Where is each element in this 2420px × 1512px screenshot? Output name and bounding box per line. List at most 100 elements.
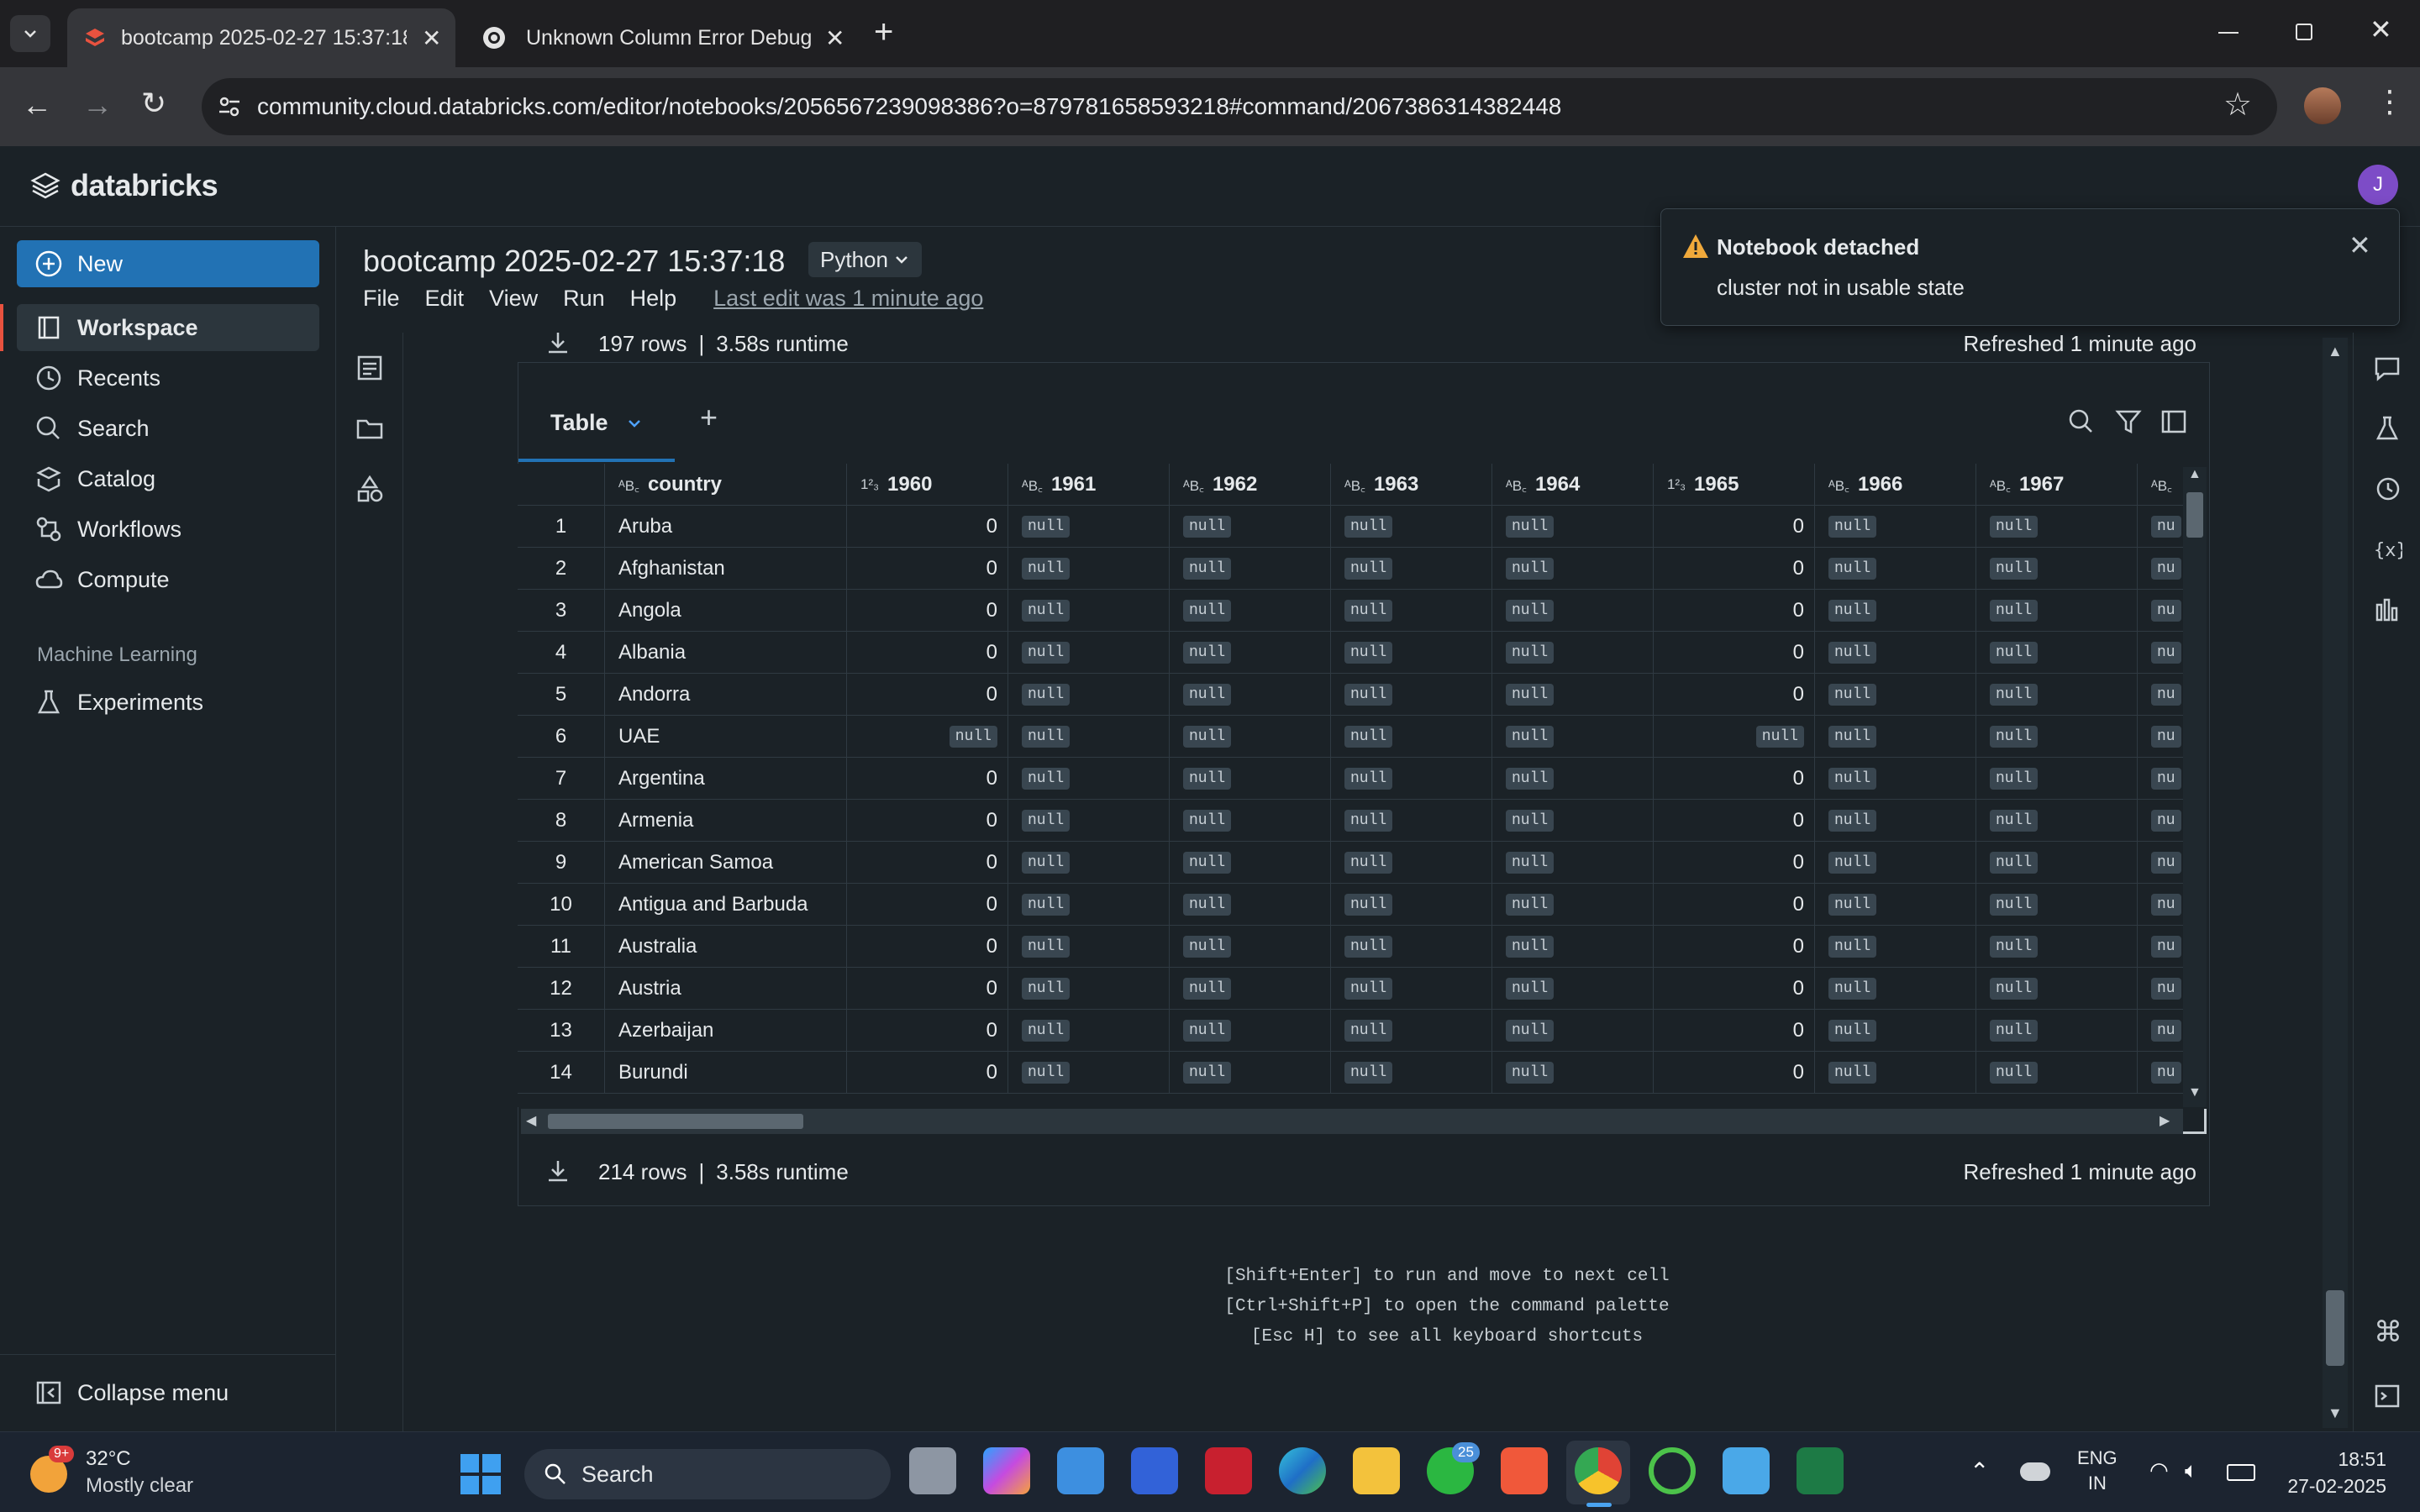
table-cell[interactable]: null <box>1976 884 2138 926</box>
table-cell[interactable]: null <box>1331 632 1492 674</box>
column-header[interactable]: 1²₃ 1965 <box>1654 464 1815 506</box>
table-cell[interactable]: Albania <box>605 632 847 674</box>
close-toast-icon[interactable]: ✕ <box>2349 229 2371 261</box>
table-cell[interactable]: 0 <box>847 800 1008 842</box>
table-cell[interactable]: null <box>1008 884 1170 926</box>
table-cell[interactable]: null <box>1815 968 1976 1010</box>
table-cell[interactable]: null <box>1976 1052 2138 1094</box>
table-cell[interactable]: 0 <box>847 968 1008 1010</box>
table-cell[interactable]: null <box>1331 842 1492 884</box>
table-cell[interactable]: null <box>1331 674 1492 716</box>
browser-menu-icon[interactable]: ⋮ <box>2375 84 2405 119</box>
table-cell[interactable]: null <box>1976 716 2138 758</box>
sidebar-item-experiments[interactable]: Experiments <box>17 679 319 726</box>
table-cell[interactable]: null <box>1331 926 1492 968</box>
table-cell[interactable]: null <box>1815 884 1976 926</box>
table-cell[interactable]: Antigua and Barbuda <box>605 884 847 926</box>
table-cell[interactable]: 0 <box>1654 1052 1815 1094</box>
table-cell[interactable]: null <box>1976 758 2138 800</box>
table-cell[interactable]: 0 <box>1654 632 1815 674</box>
collapse-menu-button[interactable]: Collapse menu <box>17 1369 319 1416</box>
back-icon[interactable]: ← <box>22 87 52 123</box>
table-cell[interactable]: null <box>1815 842 1976 884</box>
download-icon[interactable] <box>544 1158 571 1184</box>
table-cell[interactable]: null <box>1976 674 2138 716</box>
reload-icon[interactable]: ↻ <box>141 86 166 121</box>
table-cell[interactable]: null <box>1492 716 1654 758</box>
url-bar[interactable]: community.cloud.databricks.com/editor/no… <box>202 78 2277 135</box>
column-header[interactable]: ᴬB꜀ 1962 <box>1170 464 1331 506</box>
close-tab-icon[interactable]: ✕ <box>422 24 441 52</box>
search-icon[interactable] <box>2066 407 2096 437</box>
table-cell[interactable]: 0 <box>1654 758 1815 800</box>
table-cell[interactable]: 0 <box>1654 800 1815 842</box>
comments-icon[interactable] <box>2372 353 2402 383</box>
table-cell[interactable]: null <box>1815 926 1976 968</box>
table-cell[interactable]: null <box>1815 800 1976 842</box>
table-cell[interactable]: null <box>1492 632 1654 674</box>
loading-app-icon[interactable] <box>1649 1447 1696 1494</box>
table-cell[interactable]: null <box>1815 1010 1976 1052</box>
clock[interactable]: 18:51 27-02-2025 <box>2286 1446 2386 1499</box>
column-header[interactable]: ᴬB꜀ 1961 <box>1008 464 1170 506</box>
paint-icon[interactable] <box>1723 1447 1770 1494</box>
table-cell[interactable]: null <box>1170 884 1331 926</box>
table-cell[interactable]: 0 <box>1654 548 1815 590</box>
forward-icon[interactable]: → <box>82 87 113 123</box>
table-of-contents-icon[interactable] <box>355 353 385 383</box>
table-cell[interactable]: null <box>1331 968 1492 1010</box>
table-scrollbar-vertical[interactable]: ▲ ▼ <box>2183 467 2207 1107</box>
table-cell[interactable]: null <box>1492 758 1654 800</box>
table-cell[interactable]: null <box>1815 590 1976 632</box>
tray-overflow-icon[interactable]: ⌃ <box>1970 1457 1989 1485</box>
sidebar-item-compute[interactable]: Compute <box>17 556 319 603</box>
table-cell[interactable]: 0 <box>847 926 1008 968</box>
table-cell[interactable]: null <box>1815 548 1976 590</box>
close-window-icon[interactable]: ✕ <box>2370 13 2392 45</box>
table-cell[interactable]: 0 <box>847 506 1008 548</box>
table-cell[interactable]: null <box>1008 716 1170 758</box>
table-cell[interactable]: null <box>1008 926 1170 968</box>
table-cell[interactable]: American Samoa <box>605 842 847 884</box>
table-cell[interactable]: null <box>1976 842 2138 884</box>
filter-icon[interactable] <box>2113 407 2144 437</box>
scroll-thumb[interactable] <box>2326 1290 2344 1366</box>
table-cell[interactable]: null <box>1331 884 1492 926</box>
column-header[interactable]: ᴬB꜀ 1966 <box>1815 464 1976 506</box>
last-edit-link[interactable]: Last edit was 1 minute ago <box>713 286 983 312</box>
menu-edit[interactable]: Edit <box>425 286 465 312</box>
column-header[interactable]: ᴬB꜀ 1963 <box>1331 464 1492 506</box>
table-cell[interactable]: 0 <box>1654 590 1815 632</box>
table-cell[interactable]: null <box>1170 548 1331 590</box>
table-cell[interactable]: null <box>1331 548 1492 590</box>
table-cell[interactable]: null <box>1492 548 1654 590</box>
sidebar-item-search[interactable]: Search <box>17 405 319 452</box>
table-cell[interactable]: 0 <box>1654 968 1815 1010</box>
table-cell[interactable]: null <box>1170 968 1331 1010</box>
download-icon[interactable] <box>544 329 571 356</box>
table-cell[interactable]: null <box>1815 758 1976 800</box>
table-cell[interactable]: null <box>1008 506 1170 548</box>
table-cell[interactable]: null <box>1331 716 1492 758</box>
table-cell[interactable]: UAE <box>605 716 847 758</box>
wifi-icon[interactable]: ◠ <box>2149 1457 2169 1483</box>
table-cell[interactable]: 0 <box>847 1052 1008 1094</box>
table-cell[interactable]: null <box>847 716 1008 758</box>
add-visualization-icon[interactable]: + <box>700 400 718 435</box>
table-cell[interactable]: 0 <box>847 758 1008 800</box>
table-cell[interactable]: null <box>1492 800 1654 842</box>
sidebar-item-catalog[interactable]: Catalog <box>17 455 319 502</box>
table-cell[interactable]: null <box>1492 926 1654 968</box>
table-cell[interactable]: null <box>1331 1052 1492 1094</box>
table-cell[interactable]: null <box>1170 506 1331 548</box>
mcafee-icon[interactable] <box>1205 1447 1252 1494</box>
table-cell[interactable]: null <box>1976 800 2138 842</box>
table-cell[interactable]: null <box>1331 506 1492 548</box>
user-avatar[interactable]: J <box>2358 165 2398 205</box>
table-cell[interactable]: null <box>1815 674 1976 716</box>
new-tab-icon[interactable]: + <box>874 13 893 51</box>
table-cell[interactable]: Argentina <box>605 758 847 800</box>
start-button[interactable] <box>460 1454 501 1494</box>
table-cell[interactable]: 0 <box>847 590 1008 632</box>
profile-avatar[interactable] <box>2304 87 2341 124</box>
